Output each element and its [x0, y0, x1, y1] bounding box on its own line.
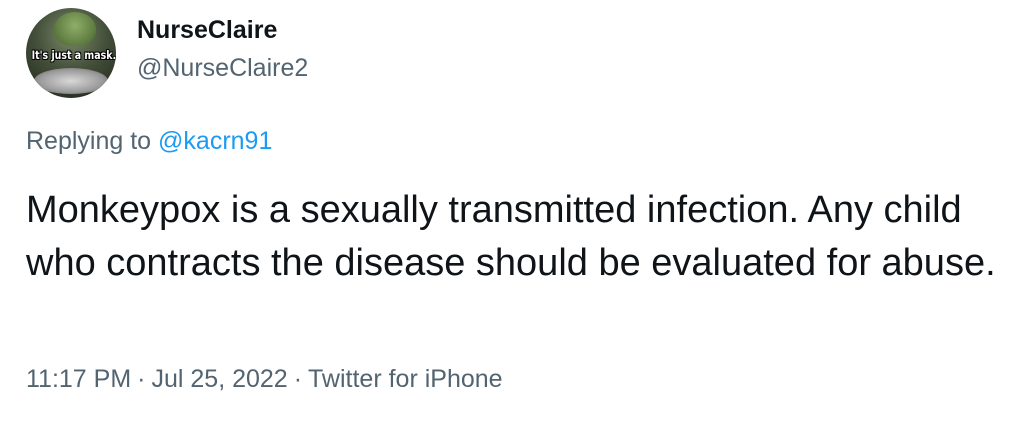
plate-image — [34, 68, 108, 94]
tweet-meta: 11:17 PM · Jul 25, 2022 · Twitter for iPhone — [26, 362, 503, 396]
tweet-text: Monkeypox is a sexually transmitted infe… — [26, 189, 996, 284]
avatar-caption: It's just a mask... — [31, 48, 116, 62]
tweet-time-link[interactable]: 11:17 PM — [26, 365, 131, 393]
replying-to: Replying to @kacrn91 — [26, 124, 272, 158]
frog-image — [54, 12, 96, 46]
meta-separator: · — [137, 365, 146, 393]
display-name[interactable]: NurseClaire — [137, 14, 277, 46]
replying-to-label: Replying to — [26, 127, 159, 155]
reply-mention-link[interactable]: @kacrn91 — [158, 127, 272, 155]
user-handle[interactable]: @NurseClaire2 — [137, 52, 308, 84]
meta-separator: · — [293, 365, 303, 393]
tweet-source-link[interactable]: Twitter for iPhone — [308, 365, 503, 393]
tweet-date-link[interactable]: Jul 25, 2022 — [151, 365, 287, 393]
tweet-card: It's just a mask... NurseClaire @NurseCl… — [0, 0, 1024, 421]
avatar[interactable]: It's just a mask... — [26, 8, 116, 98]
